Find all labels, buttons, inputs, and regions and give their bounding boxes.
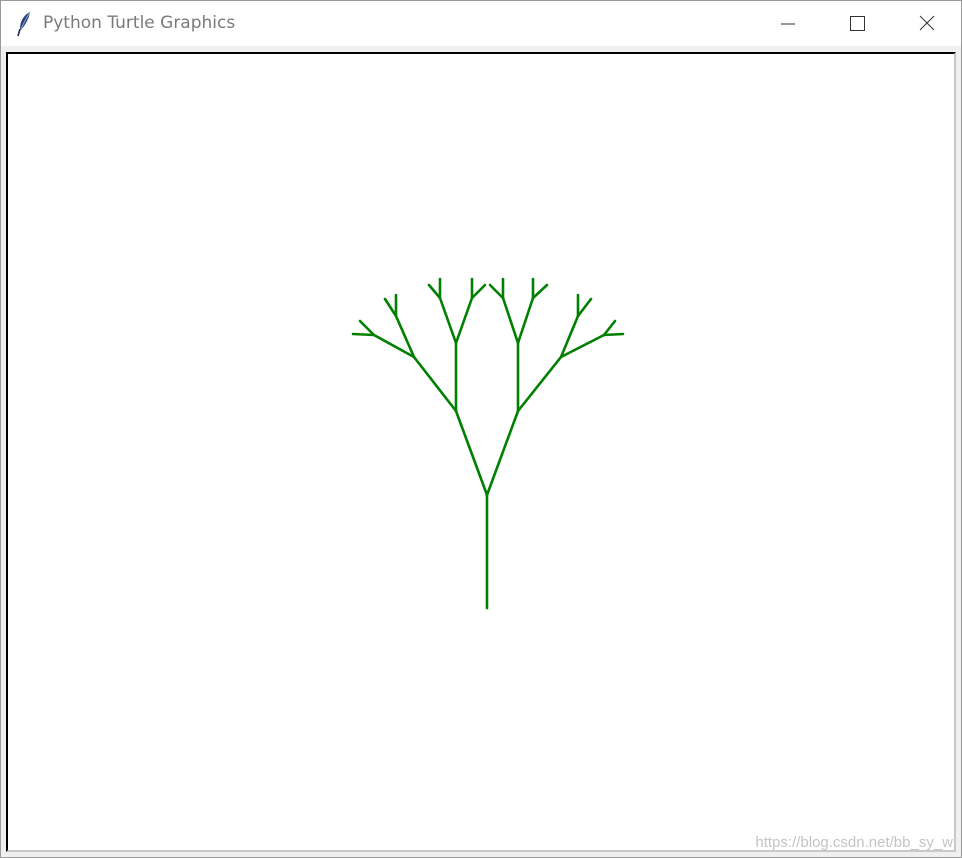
tree-branch bbox=[454, 409, 489, 497]
tree-branch bbox=[516, 355, 563, 413]
tree-branch bbox=[351, 332, 376, 337]
watermark-text: https://blog.csdn.net/bb_sy_w bbox=[755, 834, 953, 851]
title-bar[interactable]: Python Turtle Graphics bbox=[1, 1, 961, 46]
minimize-button[interactable] bbox=[753, 1, 823, 46]
tree-branch bbox=[488, 283, 505, 300]
tree-branch bbox=[470, 283, 487, 300]
tree-branch bbox=[576, 297, 593, 318]
tree-branch bbox=[427, 283, 442, 300]
tree-branch bbox=[516, 296, 535, 345]
tree-branch bbox=[602, 319, 617, 337]
feather-icon bbox=[16, 11, 34, 37]
close-button[interactable] bbox=[891, 1, 961, 46]
tree-branch bbox=[501, 296, 520, 345]
tree-branch bbox=[438, 296, 458, 345]
turtle-window: Python Turtle Graphics https://blog.csdn… bbox=[0, 0, 962, 858]
tree-branch bbox=[485, 409, 520, 497]
tree-branch bbox=[454, 296, 474, 345]
tree-branch bbox=[602, 332, 625, 337]
tree-branch bbox=[358, 319, 376, 337]
tree-branch bbox=[531, 283, 549, 300]
fractal-tree-drawing bbox=[351, 277, 625, 610]
maximize-button[interactable] bbox=[822, 1, 892, 46]
tree-branch bbox=[412, 355, 458, 413]
window-title: Python Turtle Graphics bbox=[43, 13, 236, 33]
turtle-canvas[interactable] bbox=[6, 52, 956, 852]
tree-branch bbox=[383, 297, 398, 318]
